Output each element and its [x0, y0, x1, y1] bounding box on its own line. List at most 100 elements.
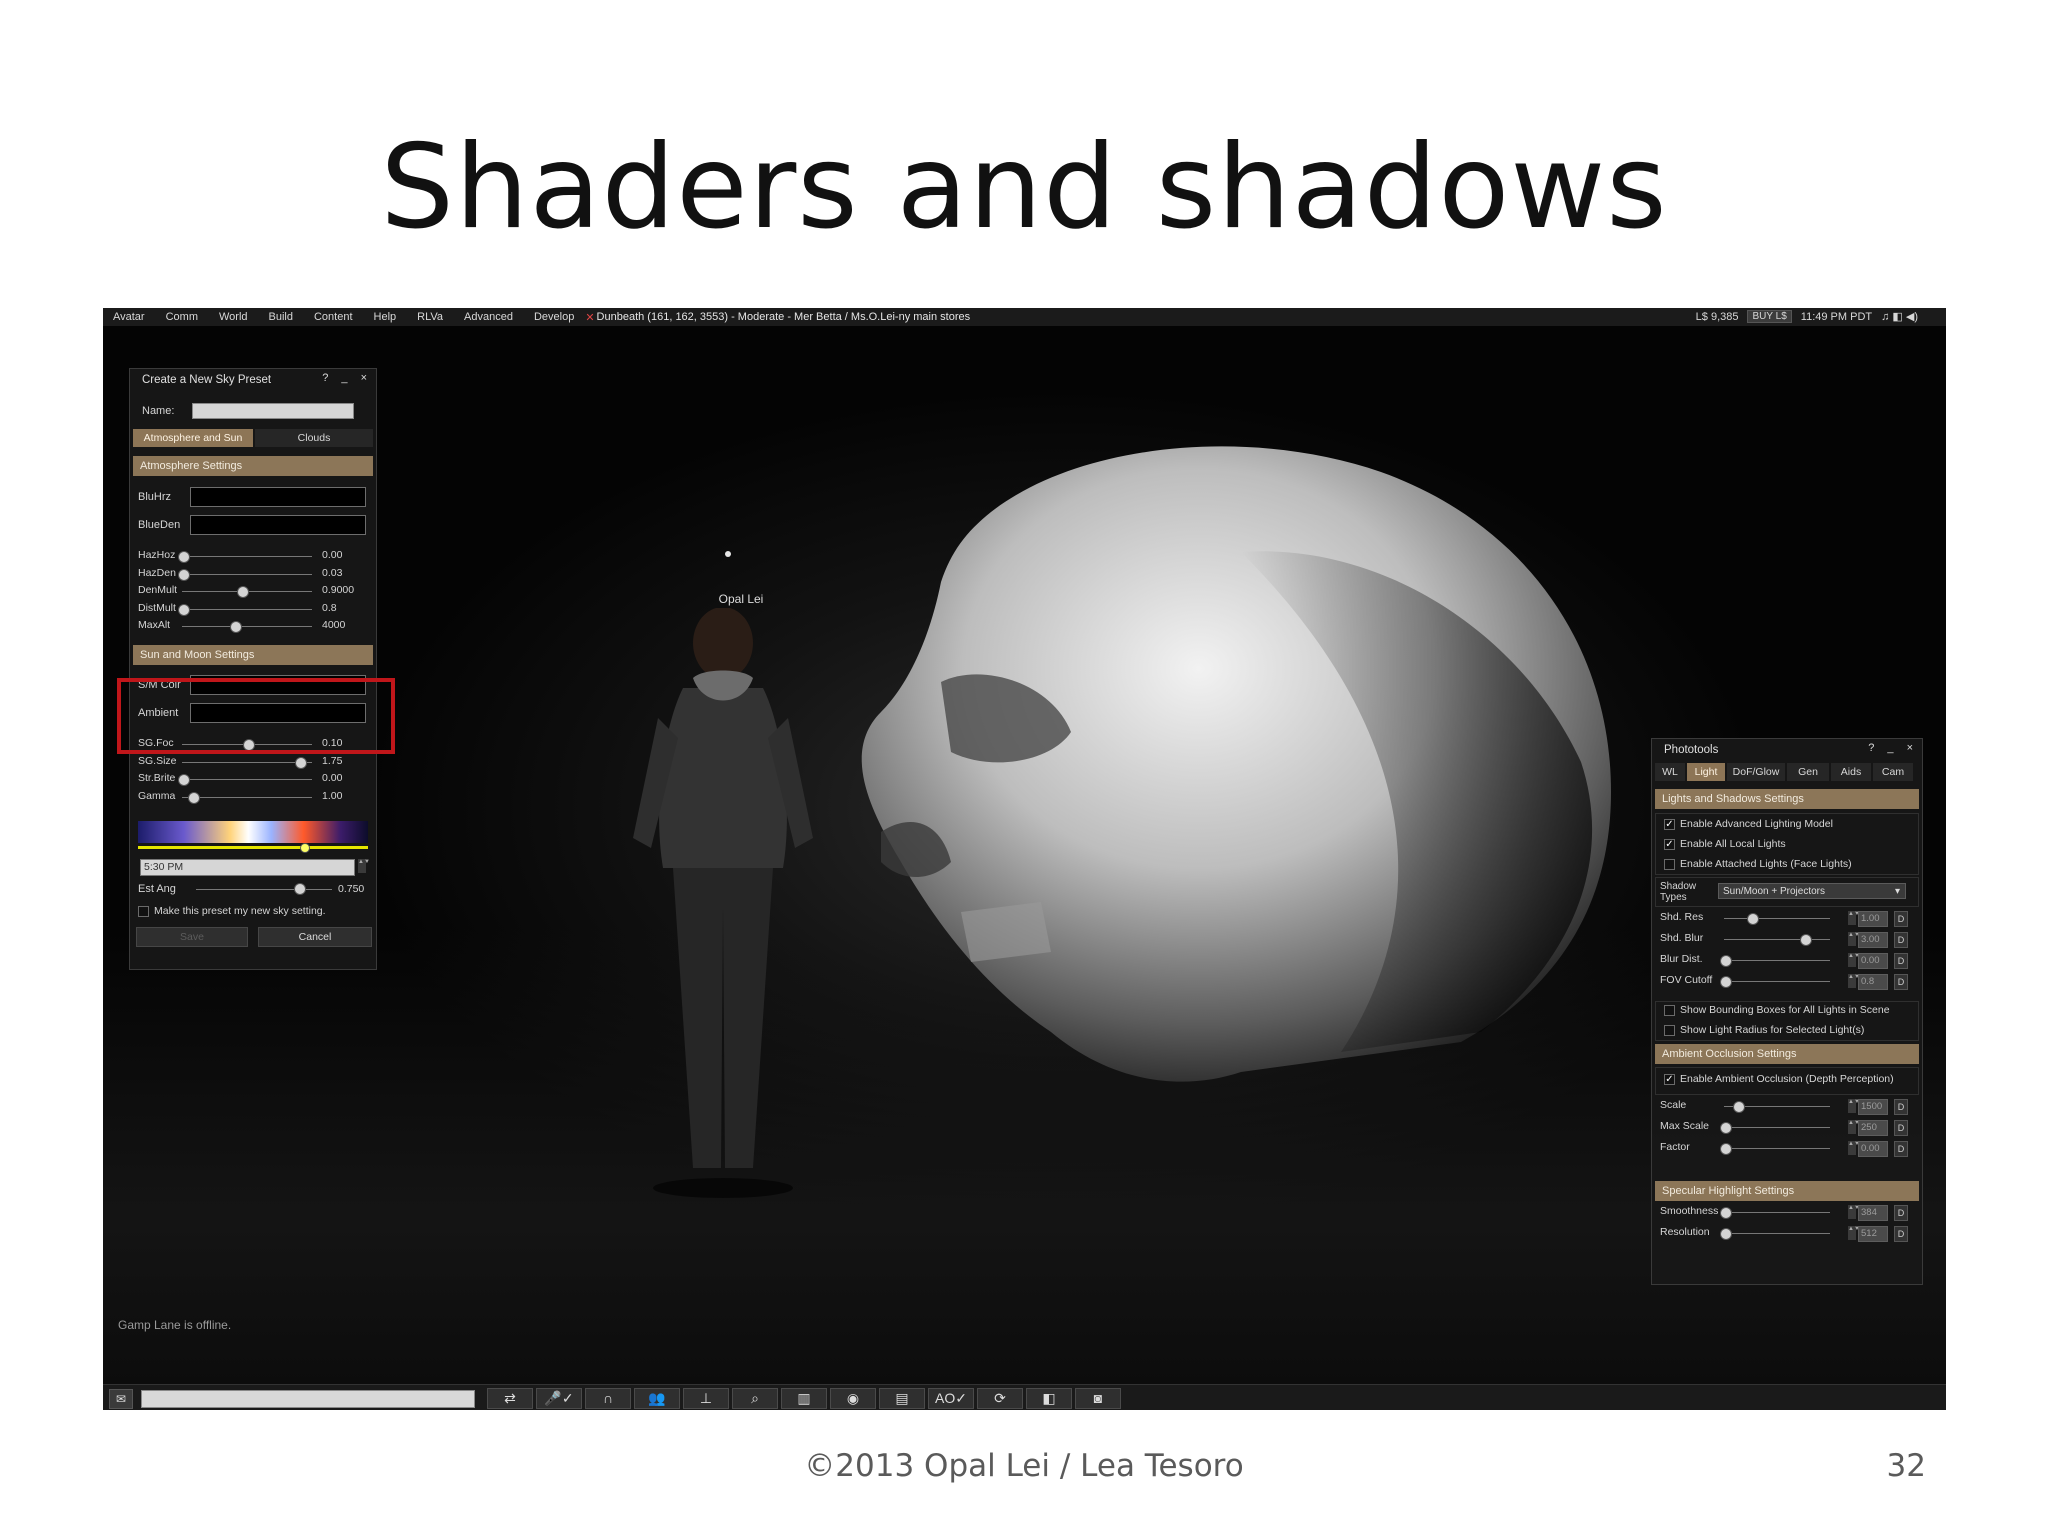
menu-world[interactable]: World [209, 311, 259, 323]
map-button[interactable]: ▥ [781, 1388, 827, 1409]
snapshot-sync-button[interactable]: ⟳ [977, 1388, 1023, 1409]
shd-res-slider-knob[interactable] [1746, 913, 1759, 925]
enable-attached-lights-face-lights-checkbox[interactable] [1664, 859, 1675, 870]
est-ang-track[interactable] [196, 889, 332, 890]
shd-blur-slider-track[interactable] [1724, 939, 1830, 940]
factor-default-button[interactable]: D [1894, 1141, 1908, 1157]
voice-button[interactable]: 🎤✓ [536, 1388, 582, 1409]
fov-cutoff-value[interactable]: 0.8 [1858, 974, 1888, 990]
shd-res-slider-track[interactable] [1724, 918, 1830, 919]
default-preset-checkbox[interactable] [138, 906, 149, 917]
conversations-button[interactable]: ⇄ [487, 1388, 533, 1409]
maxalt-slider-track[interactable] [182, 626, 312, 627]
tab-light[interactable]: Light [1687, 763, 1725, 781]
blur-dist-default-button[interactable]: D [1894, 953, 1908, 969]
blueden-color-swatch[interactable] [190, 515, 366, 535]
day-cycle-knob[interactable] [300, 843, 310, 853]
shadow-types-dropdown[interactable]: Sun/Moon + Projectors ▾ [1718, 883, 1906, 899]
cancel-button[interactable]: Cancel [258, 927, 372, 947]
menu-build[interactable]: Build [259, 311, 304, 323]
factor-spinner[interactable]: ▲▼ [1848, 1141, 1860, 1155]
denmult-slider-knob[interactable] [236, 586, 249, 598]
enable-advanced-lighting-model-checkbox[interactable]: ✓ [1664, 819, 1675, 830]
tab-atmosphere-and-sun[interactable]: Atmosphere and Sun [133, 429, 253, 447]
smoothness-default-button[interactable]: D [1894, 1205, 1908, 1221]
ao-checkbox[interactable]: ✓ [1664, 1074, 1675, 1085]
blur-dist-slider-track[interactable] [1724, 960, 1830, 961]
str-brite-slider-knob[interactable] [178, 774, 190, 786]
enable-all-local-lights-checkbox[interactable]: ✓ [1664, 839, 1675, 850]
bluhrz-color-swatch[interactable] [190, 487, 366, 507]
tab-gen[interactable]: Gen [1787, 763, 1829, 781]
fov-cutoff-spinner[interactable]: ▲▼ [1848, 974, 1860, 988]
sky-gradient-bar[interactable] [138, 821, 368, 843]
shd-blur-slider-knob[interactable] [1799, 934, 1812, 946]
smoothness-spinner[interactable]: ▲▼ [1848, 1205, 1860, 1219]
speech-bubble-icon[interactable]: ✉ [109, 1389, 133, 1409]
show-bounding-boxes-for-all-lights-in-scene-checkbox[interactable] [1664, 1005, 1675, 1016]
camera-button[interactable]: ◧ [1026, 1388, 1072, 1409]
menu-content[interactable]: Content [304, 311, 364, 323]
snapshot-button[interactable]: ◙ [1075, 1388, 1121, 1409]
hazhoz-slider-knob[interactable] [178, 551, 190, 563]
shd-res-default-button[interactable]: D [1894, 911, 1908, 927]
menu-advanced[interactable]: Advanced [454, 311, 524, 323]
blur-dist-slider-knob[interactable] [1720, 955, 1732, 967]
factor-slider-knob[interactable] [1720, 1143, 1732, 1155]
tab-dof-glow[interactable]: DoF/Glow [1727, 763, 1785, 781]
menu-avatar[interactable]: Avatar [103, 311, 156, 323]
speak-button[interactable]: ∩ [585, 1388, 631, 1409]
menu-help[interactable]: Help [364, 311, 408, 323]
factor-slider-track[interactable] [1724, 1148, 1830, 1149]
gamma-slider-track[interactable] [182, 796, 312, 798]
shd-blur-value[interactable]: 3.00 [1858, 932, 1888, 948]
name-input[interactable] [192, 403, 354, 419]
sg-size-slider-knob[interactable] [295, 756, 307, 769]
time-spinner[interactable]: ▲▼ [358, 859, 370, 873]
tab-clouds[interactable]: Clouds [255, 429, 373, 447]
factor-value[interactable]: 0.00 [1858, 1141, 1888, 1157]
animation-override-button[interactable]: AO✓ [928, 1388, 974, 1409]
chat-input[interactable] [141, 1390, 475, 1408]
gamma-slider-knob[interactable] [188, 791, 201, 804]
smoothness-slider-knob[interactable] [1720, 1207, 1732, 1219]
smoothness-value[interactable]: 384 [1858, 1205, 1888, 1221]
resolution-slider-knob[interactable] [1720, 1228, 1732, 1240]
tab-wl[interactable]: WL [1655, 763, 1685, 781]
panel-window-controls[interactable]: ? _ × [1868, 742, 1918, 754]
smoothness-slider-track[interactable] [1724, 1212, 1830, 1213]
max-scale-slider-track[interactable] [1724, 1127, 1830, 1128]
menu-develop[interactable]: Develop [524, 311, 585, 323]
shd-res-spinner[interactable]: ▲▼ [1848, 911, 1860, 925]
max-scale-default-button[interactable]: D [1894, 1120, 1908, 1136]
minimap-button[interactable]: ◉ [830, 1388, 876, 1409]
panel-window-controls[interactable]: ? _ × [322, 372, 372, 384]
hazden-slider-track[interactable] [182, 573, 312, 575]
search-button[interactable]: ⌕ [732, 1388, 778, 1409]
people-button[interactable]: 👥 [634, 1388, 680, 1409]
fov-cutoff-slider-track[interactable] [1724, 981, 1830, 982]
media-controls-icon[interactable]: ♫ ◧ ◀) [1881, 310, 1918, 323]
hazden-slider-knob[interactable] [178, 568, 190, 581]
shd-blur-spinner[interactable]: ▲▼ [1848, 932, 1860, 946]
resolution-spinner[interactable]: ▲▼ [1848, 1226, 1860, 1240]
max-scale-value[interactable]: 250 [1858, 1120, 1888, 1136]
distmult-slider-track[interactable] [182, 608, 312, 610]
day-cycle-track[interactable] [138, 846, 368, 849]
shd-res-value[interactable]: 1.00 [1858, 911, 1888, 927]
distmult-slider-knob[interactable] [178, 603, 190, 616]
scale-value[interactable]: 1500 [1858, 1099, 1888, 1115]
fov-cutoff-default-button[interactable]: D [1894, 974, 1908, 990]
resolution-value[interactable]: 512 [1858, 1226, 1888, 1242]
blur-dist-value[interactable]: 0.00 [1858, 953, 1888, 969]
scale-slider-knob[interactable] [1732, 1101, 1745, 1113]
save-button[interactable]: Save [136, 927, 248, 947]
sg-size-slider-track[interactable] [182, 761, 312, 763]
tab-cam[interactable]: Cam [1873, 763, 1913, 781]
menu-rlva[interactable]: RLVa [407, 311, 454, 323]
time-input[interactable]: 5:30 PM [140, 859, 355, 876]
resolution-default-button[interactable]: D [1894, 1226, 1908, 1242]
str-brite-slider-track[interactable] [182, 779, 312, 780]
scale-default-button[interactable]: D [1894, 1099, 1908, 1115]
location-text[interactable]: Dunbeath (161, 162, 3553) - Moderate - M… [597, 311, 971, 323]
